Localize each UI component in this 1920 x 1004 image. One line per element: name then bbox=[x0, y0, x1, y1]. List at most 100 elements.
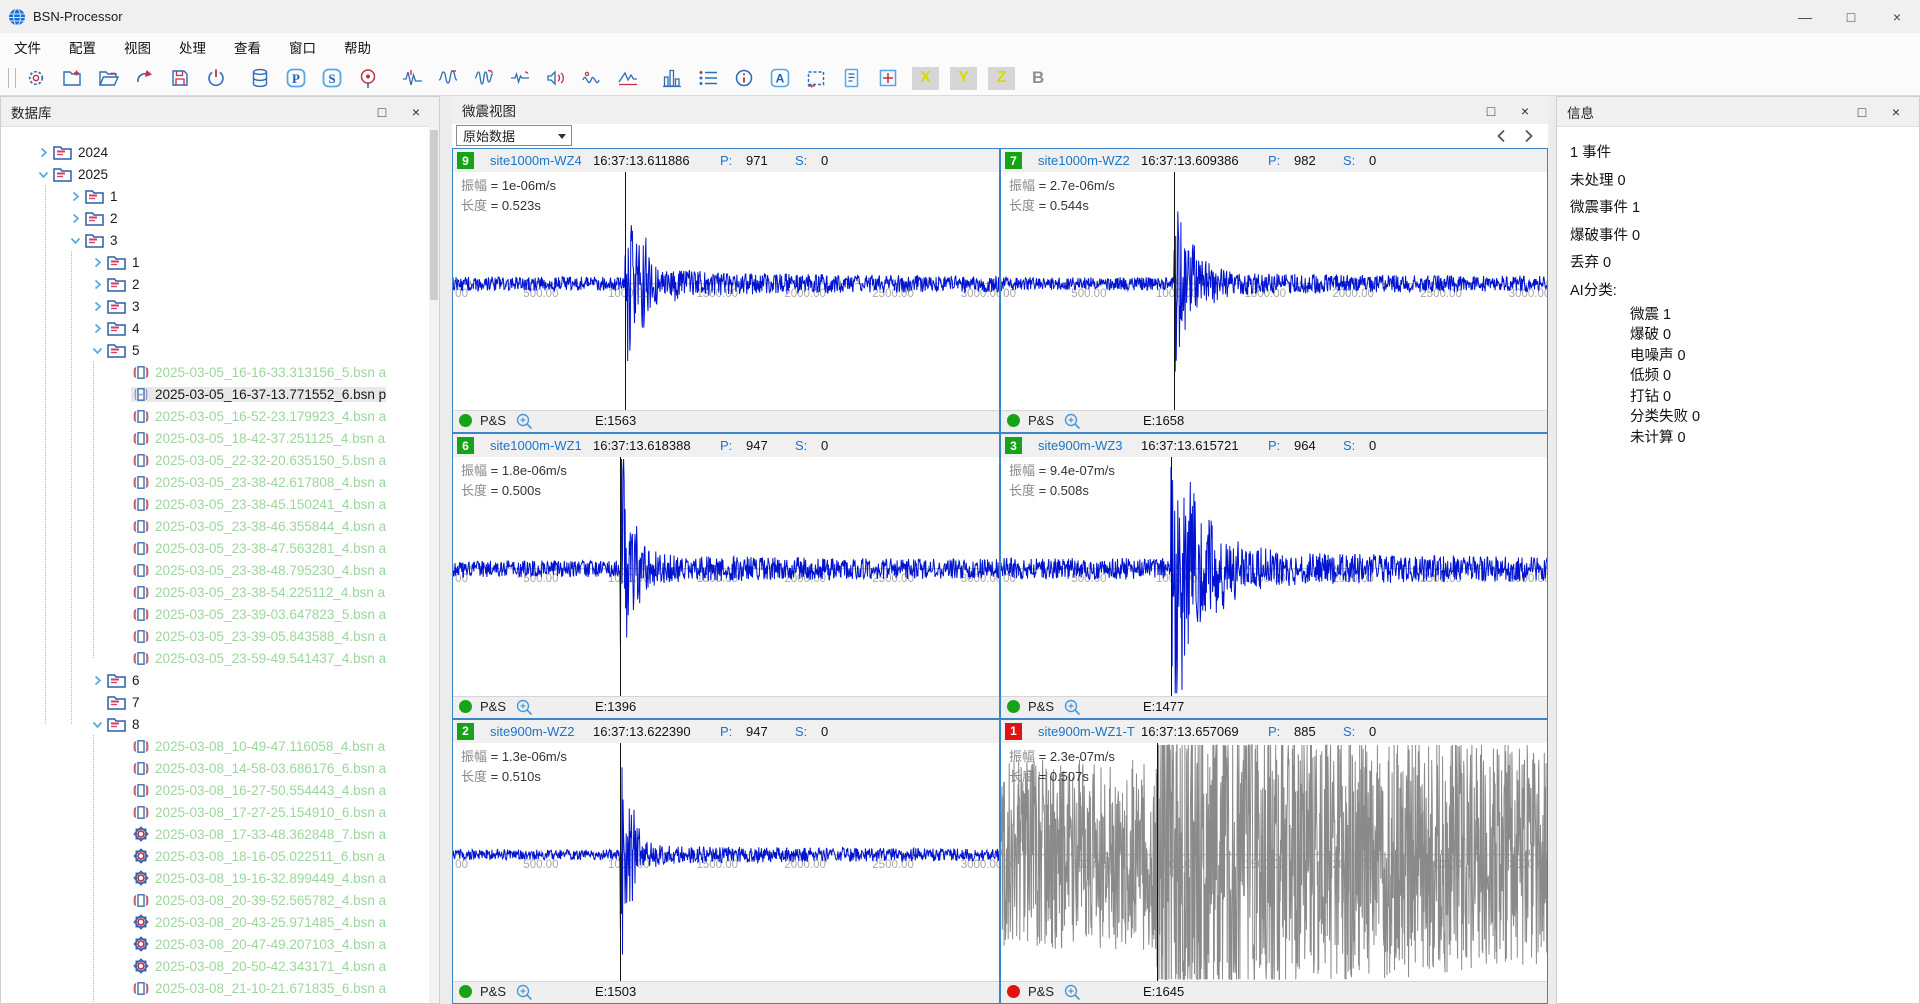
tree-file-row[interactable]: 2025-03-08_17-33-48.362848_7.bsn a bbox=[1, 823, 386, 845]
expand-icon[interactable] bbox=[89, 672, 105, 688]
tree-scrollbar-thumb[interactable] bbox=[430, 130, 438, 300]
toolbar-drag-handle-icon[interactable] bbox=[8, 68, 16, 88]
menu-item-5[interactable]: 查看 bbox=[220, 33, 275, 61]
redo-arrow-icon[interactable] bbox=[132, 66, 156, 90]
tree-file-row[interactable]: 2025-03-05_23-38-48.795230_4.bsn a bbox=[1, 559, 386, 581]
histogram-icon[interactable] bbox=[660, 66, 684, 90]
tree-file-row[interactable]: 2025-03-08_16-27-50.554443_4.bsn a bbox=[1, 779, 386, 801]
center-view-icon[interactable] bbox=[876, 66, 900, 90]
expand-icon[interactable] bbox=[67, 210, 83, 226]
expand-icon[interactable] bbox=[67, 188, 83, 204]
collapse-icon[interactable] bbox=[67, 232, 83, 248]
folder-open-icon[interactable] bbox=[96, 66, 120, 90]
menu-item-3[interactable]: 视图 bbox=[110, 33, 165, 61]
tree-file-row[interactable]: 2025-03-05_16-16-33.313156_5.bsn a bbox=[1, 361, 386, 383]
tree-file-row[interactable]: 2025-03-08_20-50-42.343171_4.bsn a bbox=[1, 955, 386, 977]
microseismic-panel-close-icon[interactable]: × bbox=[1508, 103, 1542, 119]
waveform-plot[interactable]: 00500.001000.001500.002000.002500.003000… bbox=[1001, 172, 1547, 410]
event-list-icon[interactable] bbox=[696, 66, 720, 90]
tree-file-row[interactable]: 2025-03-05_23-38-46.355844_4.bsn a bbox=[1, 515, 386, 537]
expand-icon[interactable] bbox=[89, 276, 105, 292]
close-button[interactable]: × bbox=[1874, 0, 1920, 33]
info-panel-maximize-icon[interactable]: □ bbox=[1845, 104, 1879, 120]
p-arrival-cursor[interactable] bbox=[1174, 172, 1175, 410]
database-panel-maximize-icon[interactable]: □ bbox=[365, 104, 399, 120]
next-event-icon[interactable] bbox=[1520, 128, 1536, 144]
tree-folder-row[interactable]: 1 bbox=[1, 185, 118, 207]
menu-item-2[interactable]: 配置 bbox=[55, 33, 110, 61]
ps-toggle[interactable]: P&S bbox=[1028, 699, 1054, 714]
tree-file-row[interactable]: 2025-03-08_21-10-21.671835_6.bsn a bbox=[1, 977, 386, 999]
ps-toggle[interactable]: P&S bbox=[480, 413, 506, 428]
wave-pick-icon[interactable] bbox=[400, 66, 424, 90]
site-name[interactable]: site1000m-WZ1 bbox=[490, 438, 582, 453]
tree-file-row[interactable]: 2025-03-05_23-38-47.563281_4.bsn a bbox=[1, 537, 386, 559]
expand-icon[interactable] bbox=[89, 254, 105, 270]
previous-event-icon[interactable] bbox=[1494, 128, 1510, 144]
select-region-icon[interactable] bbox=[804, 66, 828, 90]
menu-item-1[interactable]: 文件 bbox=[0, 33, 55, 61]
tree-file-row[interactable]: 2025-03-05_23-38-45.150241_4.bsn a bbox=[1, 493, 386, 515]
report-icon[interactable] bbox=[840, 66, 864, 90]
wave-smooth-icon[interactable] bbox=[580, 66, 604, 90]
waveform-plot[interactable]: 00500.001000.001500.002000.002500.003000… bbox=[453, 172, 999, 410]
waveform-plot[interactable]: 00500.001000.001500.002000.002500.003000… bbox=[453, 457, 999, 695]
zoom-in-icon[interactable] bbox=[515, 983, 534, 1004]
waveform-plot[interactable]: 00500.001000.001500.002000.002500.003000… bbox=[1001, 743, 1547, 981]
site-name[interactable]: site900m-WZ3 bbox=[1038, 438, 1123, 453]
tree-folder-row[interactable]: 2 bbox=[1, 207, 118, 229]
site-name[interactable]: site1000m-WZ2 bbox=[1038, 153, 1130, 168]
wave-multi-icon[interactable] bbox=[472, 66, 496, 90]
collapse-icon[interactable] bbox=[89, 716, 105, 732]
expand-icon[interactable] bbox=[89, 298, 105, 314]
tree-file-row[interactable]: 2025-03-08_14-58-03.686176_6.bsn a bbox=[1, 757, 386, 779]
tree-folder-row[interactable]: 2024 bbox=[1, 141, 108, 163]
zoom-in-icon[interactable] bbox=[1063, 698, 1082, 719]
zoom-in-icon[interactable] bbox=[515, 698, 534, 719]
axis-z-button[interactable]: Z bbox=[988, 67, 1015, 90]
wave-freq-icon[interactable] bbox=[436, 66, 460, 90]
p-arrival-cursor[interactable] bbox=[620, 743, 621, 981]
p-arrival-cursor[interactable] bbox=[625, 172, 626, 410]
tree-file-row[interactable]: 2025-03-08_20-43-25.971485_4.bsn a bbox=[1, 911, 386, 933]
expand-icon[interactable] bbox=[89, 320, 105, 336]
p-arrival-cursor[interactable] bbox=[1171, 457, 1172, 695]
expand-icon[interactable] bbox=[35, 144, 51, 160]
tree-file-row[interactable] bbox=[1, 999, 155, 1003]
collapse-icon[interactable] bbox=[89, 342, 105, 358]
tree-file-row[interactable]: 2025-03-08_10-49-47.116058_4.bsn a bbox=[1, 735, 385, 757]
ps-toggle[interactable]: P&S bbox=[480, 984, 506, 999]
tree-file-row[interactable]: 2025-03-08_19-16-32.899449_4.bsn a bbox=[1, 867, 386, 889]
data-type-dropdown[interactable]: 原始数据 bbox=[456, 125, 572, 146]
zoom-in-icon[interactable] bbox=[515, 412, 534, 433]
save-disk-icon[interactable] bbox=[168, 66, 192, 90]
tree-file-row[interactable]: 2025-03-05_16-37-13.771552_6.bsn p bbox=[1, 383, 386, 405]
tree-file-row[interactable]: 2025-03-05_22-32-20.635150_5.bsn a bbox=[1, 449, 386, 471]
tree-file-row[interactable]: 2025-03-05_23-39-05.843588_4.bsn a bbox=[1, 625, 386, 647]
database-panel-close-icon[interactable]: × bbox=[399, 104, 433, 120]
tree-file-row[interactable]: 2025-03-08_20-47-49.207103_4.bsn a bbox=[1, 933, 386, 955]
ps-toggle[interactable]: P&S bbox=[1028, 413, 1054, 428]
zoom-in-icon[interactable] bbox=[1063, 412, 1082, 433]
locate-event-icon[interactable] bbox=[356, 66, 380, 90]
site-name[interactable]: site900m-WZ1-T bbox=[1038, 724, 1135, 739]
site-name[interactable]: site900m-WZ2 bbox=[490, 724, 575, 739]
zoom-in-icon[interactable] bbox=[1063, 983, 1082, 1004]
tree-scrollbar[interactable] bbox=[429, 126, 439, 1003]
tree-file-row[interactable]: 2025-03-05_23-39-03.647823_5.bsn a bbox=[1, 603, 386, 625]
menu-item-4[interactable]: 处理 bbox=[165, 33, 220, 61]
axis-y-button[interactable]: Y bbox=[950, 67, 977, 90]
p-phase-icon[interactable]: P bbox=[284, 66, 308, 90]
tree-file-row[interactable]: 2025-03-05_23-38-54.225112_4.bsn a bbox=[1, 581, 385, 603]
maximize-button[interactable]: □ bbox=[1828, 0, 1874, 33]
database-icon[interactable] bbox=[248, 66, 272, 90]
collapse-icon[interactable] bbox=[35, 166, 51, 182]
tree-file-row[interactable]: 2025-03-08_20-39-52.565782_4.bsn a bbox=[1, 889, 386, 911]
microseismic-panel-maximize-icon[interactable]: □ bbox=[1474, 103, 1508, 119]
p-arrival-cursor[interactable] bbox=[1157, 743, 1158, 981]
settings-gear-icon[interactable] bbox=[24, 66, 48, 90]
tree-file-row[interactable]: 2025-03-05_18-42-37.251125_4.bsn a bbox=[1, 427, 385, 449]
info-panel-close-icon[interactable]: × bbox=[1879, 104, 1913, 120]
menu-item-7[interactable]: 帮助 bbox=[330, 33, 385, 61]
waveform-plot[interactable]: 00500.001000.001500.002000.002500.003000… bbox=[1001, 457, 1547, 695]
